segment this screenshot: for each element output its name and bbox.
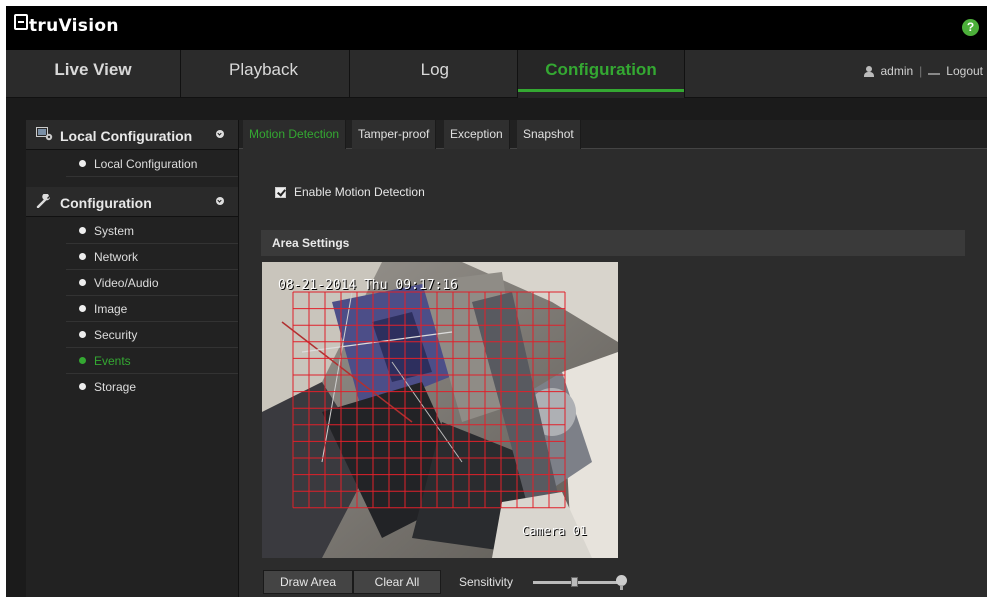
sidebar-item-label: Network	[94, 250, 139, 264]
sidebar-group-configuration[interactable]: Configuration	[26, 187, 238, 217]
bullet-icon	[79, 331, 86, 338]
brand-mark-icon	[14, 14, 28, 30]
sidebar-item-system[interactable]: System	[66, 218, 238, 244]
app-window: truVision ? Live View Playback Log Confi…	[6, 6, 987, 597]
draw-area-button[interactable]: Draw Area	[263, 570, 353, 594]
wrench-icon	[36, 194, 50, 208]
bullet-icon	[79, 227, 86, 234]
chevron-down-icon[interactable]	[216, 197, 224, 205]
sensitivity-slider[interactable]	[533, 575, 628, 590]
sidebar-item-label: System	[94, 224, 135, 238]
main-nav: Live View Playback Log Configuration adm…	[6, 50, 987, 98]
slider-end-icon	[616, 575, 628, 590]
osd-datetime: 08-21-2014 Thu 09:17:16	[278, 278, 459, 293]
sidebar-item-label: Security	[94, 328, 138, 342]
logout-icon[interactable]	[928, 67, 941, 75]
user-icon	[864, 65, 875, 77]
sidebar-item-label: Image	[94, 302, 128, 316]
bullet-icon	[79, 253, 86, 260]
tab-tamper-proof[interactable]: Tamper-proof	[352, 120, 437, 149]
sidebar-item-image[interactable]: Image	[66, 296, 238, 322]
sidebar-group-label: Configuration	[60, 195, 152, 211]
bullet-icon	[79, 383, 86, 390]
enable-motion-label: Enable Motion Detection	[294, 185, 425, 199]
bullet-icon	[79, 357, 86, 364]
event-subtabs: Motion Detection Tamper-proof Exception …	[239, 120, 987, 149]
brand-bar: truVision ?	[6, 6, 987, 50]
enable-motion-checkbox[interactable]	[275, 186, 286, 198]
bullet-icon	[79, 279, 86, 286]
area-controls: Draw Area Clear All Sensitivity	[263, 570, 628, 594]
sensitivity-label: Sensitivity	[459, 575, 514, 589]
sidebar-item-label: Events	[94, 354, 131, 368]
content-panel: Motion Detection Tamper-proof Exception …	[238, 120, 987, 597]
slider-thumb[interactable]	[570, 577, 578, 587]
sidebar-item-label: Local Configuration	[94, 157, 198, 171]
sidebar-item-storage[interactable]: Storage	[66, 374, 238, 400]
osd-camera-name: Camera 01	[522, 524, 588, 538]
clear-all-button[interactable]: Clear All	[353, 570, 441, 594]
tab-snapshot[interactable]: Snapshot	[517, 120, 581, 149]
sidebar-group-local-configuration[interactable]: Local Configuration	[26, 120, 238, 150]
local-config-icon	[36, 127, 53, 141]
brand-name: truVision	[29, 16, 119, 36]
chevron-down-icon[interactable]	[216, 130, 224, 138]
slider-track	[533, 581, 624, 584]
user-box: admin | Logout	[864, 64, 983, 78]
sidebar: Local Configuration Local Configuration …	[26, 120, 238, 597]
sidebar-item-video-audio[interactable]: Video/Audio	[66, 270, 238, 296]
tab-live-view[interactable]: Live View	[6, 50, 181, 98]
camera-scene-image	[262, 262, 618, 558]
bullet-icon	[79, 160, 86, 167]
sidebar-item-events[interactable]: Events	[66, 348, 238, 374]
tab-playback[interactable]: Playback	[181, 50, 350, 98]
camera-preview[interactable]: 08-21-2014 Thu 09:17:16 Camera 01	[262, 262, 618, 558]
brand-logo: truVision	[14, 14, 119, 36]
help-icon[interactable]: ?	[962, 19, 979, 36]
user-separator: |	[919, 64, 923, 78]
tab-motion-detection[interactable]: Motion Detection	[243, 120, 347, 149]
sidebar-group-label: Local Configuration	[60, 128, 193, 144]
sidebar-item-local-configuration[interactable]: Local Configuration	[66, 151, 238, 177]
bullet-icon	[79, 305, 86, 312]
tab-log[interactable]: Log	[350, 50, 518, 98]
enable-motion-row: Enable Motion Detection	[275, 185, 425, 199]
area-settings-header: Area Settings	[261, 230, 965, 256]
area-settings-title: Area Settings	[272, 236, 350, 250]
tab-exception[interactable]: Exception	[444, 120, 510, 149]
sidebar-item-label: Storage	[94, 380, 137, 394]
tab-configuration[interactable]: Configuration	[518, 50, 685, 98]
logout-link[interactable]: Logout	[946, 64, 983, 78]
sidebar-item-network[interactable]: Network	[66, 244, 238, 270]
username: admin	[880, 64, 914, 78]
sidebar-item-label: Video/Audio	[94, 276, 159, 290]
sidebar-item-security[interactable]: Security	[66, 322, 238, 348]
